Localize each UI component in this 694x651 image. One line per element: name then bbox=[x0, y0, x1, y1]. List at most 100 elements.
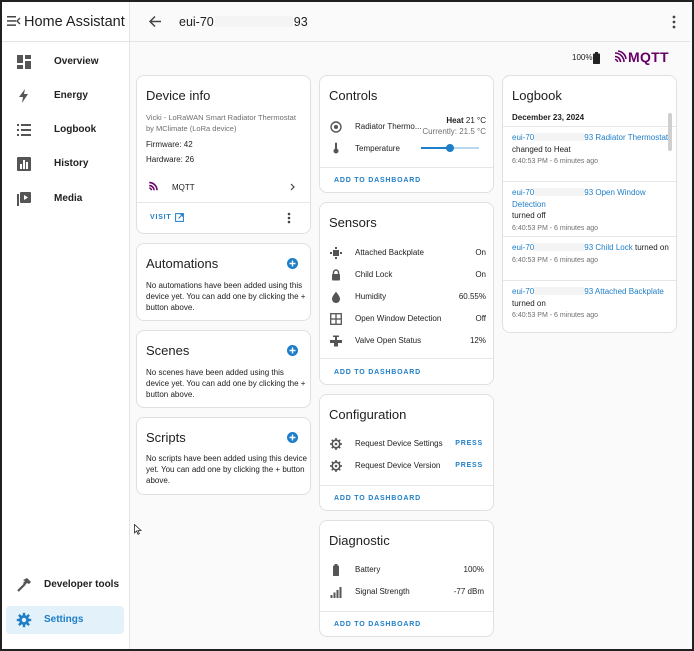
divider bbox=[503, 181, 676, 182]
visit-button[interactable]: VISIT bbox=[146, 213, 196, 225]
divider bbox=[320, 167, 493, 168]
entity-prefix: eui-70 bbox=[512, 287, 535, 296]
logbook-entity-link[interactable]: eui-70 93 Open Window Detection bbox=[512, 188, 646, 209]
sensor-row[interactable]: Attached Backplate On bbox=[320, 244, 495, 262]
lock-icon bbox=[332, 269, 340, 281]
sidebar-item-label: Media bbox=[54, 193, 83, 204]
backplate-icon bbox=[330, 247, 342, 259]
diagnostic-add-to-dashboard-button[interactable]: ADD TO DASHBOARD bbox=[334, 621, 421, 628]
battery-diagnostic-icon bbox=[333, 564, 339, 576]
sidebar: Home Assistant Overview Energy Logbook H… bbox=[2, 2, 130, 649]
card-title: Device info bbox=[146, 88, 211, 103]
mqtt-logo-icon bbox=[614, 50, 627, 63]
divider bbox=[137, 202, 310, 203]
sidebar-item-history[interactable]: History bbox=[6, 150, 124, 178]
config-label: Request Device Settings bbox=[355, 439, 443, 448]
sensor-label: Humidity bbox=[355, 292, 387, 301]
mqtt-logo: MQTT bbox=[628, 49, 669, 65]
diagnostic-label: Signal Strength bbox=[355, 587, 410, 596]
sensor-row[interactable]: Open Window Detection Off bbox=[320, 310, 495, 328]
logbook-entity-link[interactable]: eui-70 93 Attached Backplate bbox=[512, 287, 664, 296]
card-title: Logbook bbox=[512, 88, 562, 103]
request-device-settings-press-button[interactable]: PRESS bbox=[455, 440, 483, 447]
sensor-value: On bbox=[475, 248, 486, 257]
sensors-card: Sensors Attached Backplate On Child Lock… bbox=[319, 202, 494, 385]
card-title: Scripts bbox=[146, 430, 186, 445]
sensor-row[interactable]: Valve Open Status 12% bbox=[320, 332, 495, 350]
divider bbox=[503, 280, 676, 281]
device-manufacturer: by MClimate (LoRa device) bbox=[146, 124, 237, 133]
configuration-add-to-dashboard-button[interactable]: ADD TO DASHBOARD bbox=[334, 495, 421, 502]
title-prefix: eui-70 bbox=[179, 15, 214, 29]
entity-name: 93 Child Lock bbox=[584, 243, 633, 252]
integration-row[interactable]: MQTT bbox=[137, 176, 312, 198]
chevron-right-icon bbox=[290, 183, 295, 191]
card-title: Configuration bbox=[329, 407, 407, 422]
logbook-action: turned off bbox=[512, 211, 546, 220]
logbook-entry: eui-70 93 Radiator Thermostat changed to … bbox=[512, 132, 670, 168]
window-icon bbox=[330, 313, 342, 325]
sidebar-item-media[interactable]: Media bbox=[6, 185, 124, 213]
entity-prefix: eui-70 bbox=[512, 133, 535, 142]
request-device-version-press-button[interactable]: PRESS bbox=[455, 462, 483, 469]
logbook-entity-link[interactable]: eui-70 93 Child Lock bbox=[512, 243, 633, 252]
diagnostic-value: -77 dBm bbox=[453, 587, 484, 596]
top-bar: eui-70 93 bbox=[130, 2, 690, 42]
redaction bbox=[534, 243, 585, 251]
sensor-row[interactable]: Child Lock On bbox=[320, 266, 495, 284]
sensor-label: Child Lock bbox=[355, 270, 393, 279]
redaction bbox=[214, 16, 293, 27]
thermostat-current: Currently: 21.5 °C bbox=[422, 127, 486, 136]
logbook-entity-link[interactable]: eui-70 93 Radiator Thermostat bbox=[512, 133, 668, 142]
cog-icon bbox=[330, 438, 342, 450]
logbook-date: December 23, 2024 bbox=[512, 113, 585, 122]
overflow-menu-icon[interactable] bbox=[672, 15, 676, 29]
diagnostic-card: Diagnostic Battery 100% Signal Strength … bbox=[319, 520, 494, 637]
sidebar-item-overview[interactable]: Overview bbox=[6, 48, 124, 76]
divider bbox=[320, 611, 493, 612]
sensors-add-to-dashboard-button[interactable]: ADD TO DASHBOARD bbox=[334, 369, 421, 376]
title-suffix: 93 bbox=[293, 15, 308, 29]
slider-knob[interactable] bbox=[446, 144, 454, 152]
sensor-label: Attached Backplate bbox=[355, 248, 424, 257]
sensor-row[interactable]: Humidity 60.55% bbox=[320, 288, 495, 306]
visit-label: VISIT bbox=[150, 214, 172, 221]
logbook-action: turned on bbox=[512, 298, 546, 308]
device-menu-icon[interactable] bbox=[287, 212, 291, 224]
sidebar-item-logbook[interactable]: Logbook bbox=[6, 116, 124, 144]
add-script-icon[interactable] bbox=[287, 432, 298, 443]
logbook-action: turned on bbox=[634, 243, 669, 252]
controls-add-to-dashboard-button[interactable]: ADD TO DASHBOARD bbox=[334, 177, 421, 184]
entity-prefix: eui-70 bbox=[512, 243, 535, 252]
logbook-time: 6:40:53 PM - 6 minutes ago bbox=[512, 256, 598, 264]
divider bbox=[320, 358, 493, 359]
logbook-scrollbar[interactable] bbox=[668, 113, 672, 151]
open-in-new-icon bbox=[175, 213, 184, 222]
sidebar-item-label: Developer tools bbox=[44, 579, 120, 590]
sensor-value: 60.55% bbox=[458, 292, 486, 301]
add-scene-icon[interactable] bbox=[287, 345, 298, 356]
redaction bbox=[534, 133, 585, 141]
sidebar-item-developer-tools[interactable]: Developer tools bbox=[6, 571, 124, 599]
logbook-entry: eui-70 93 Attached Backplate turned on 6:… bbox=[512, 286, 670, 322]
card-title: Controls bbox=[329, 88, 378, 103]
thermostat-state: Heat 21 °C bbox=[446, 116, 486, 125]
add-automation-icon[interactable] bbox=[287, 258, 298, 269]
card-title: Scenes bbox=[146, 343, 190, 358]
automations-card: Automations No automations have been add… bbox=[136, 243, 311, 321]
battery-icon bbox=[593, 52, 600, 64]
sidebar-item-settings[interactable]: Settings bbox=[6, 606, 124, 634]
thermostat-row[interactable]: Radiator Thermo... Heat 21 °C Currently:… bbox=[320, 116, 495, 138]
battery-level: 100% bbox=[572, 53, 593, 62]
overview-icon bbox=[17, 55, 31, 69]
thermostat-mode: Heat bbox=[446, 116, 464, 125]
menu-icon[interactable] bbox=[7, 15, 21, 27]
back-arrow-icon[interactable] bbox=[148, 15, 162, 28]
sidebar-item-energy[interactable]: Energy bbox=[6, 82, 124, 110]
mqtt-integration-icon bbox=[149, 181, 158, 191]
sidebar-item-label: Settings bbox=[44, 614, 84, 625]
logbook-entry: eui-70 93 Open Window Detection turned of… bbox=[512, 187, 670, 234]
temperature-slider[interactable] bbox=[421, 144, 479, 152]
signal-strength-icon bbox=[330, 587, 342, 598]
configuration-card: Configuration Request Device Settings PR… bbox=[319, 394, 494, 511]
